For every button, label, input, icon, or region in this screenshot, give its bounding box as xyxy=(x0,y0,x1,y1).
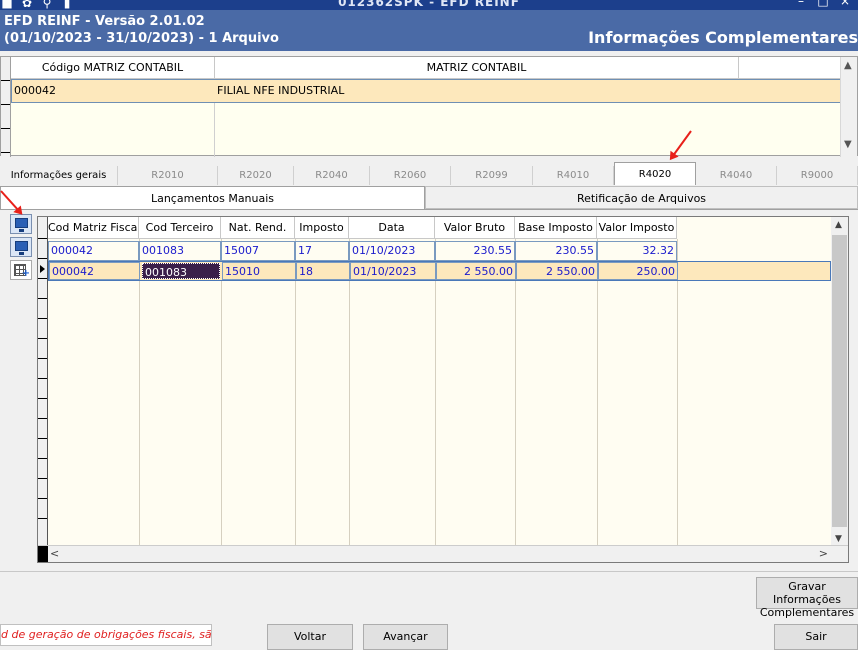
subtabs: Lançamentos Manuais Retificação de Arqui… xyxy=(0,186,858,210)
maximize-icon[interactable]: □ xyxy=(816,0,830,8)
tab-r2020[interactable]: R2020 xyxy=(218,166,294,185)
column-divider xyxy=(435,239,436,547)
horizontal-scrollbar[interactable]: < > xyxy=(38,545,848,562)
grid-cell[interactable]: 01/10/2023 xyxy=(350,262,436,280)
grid-cell[interactable]: 000042 xyxy=(12,80,215,102)
scroll-up-icon[interactable]: ▲ xyxy=(835,220,842,230)
tab-lancamentos-manuais[interactable]: Lançamentos Manuais xyxy=(0,186,425,209)
lancamentos-grid: Cod Matriz Fiscal Cod Terceiro Nat. Rend… xyxy=(37,216,849,563)
column-header[interactable]: Valor Bruto xyxy=(435,217,515,239)
column-header[interactable]: Nat. Rend. xyxy=(221,217,295,239)
column-divider xyxy=(597,239,598,547)
column-header[interactable]: Código MATRIZ CONTABIL xyxy=(11,57,215,78)
title-bar: ■ ✿ ⚲ ▮ 012362SPK - EFD REINF – □ × xyxy=(0,0,858,10)
tab-r4040[interactable]: R4040 xyxy=(696,166,777,185)
grid-header: Cod Matriz Fiscal Cod Terceiro Nat. Rend… xyxy=(48,217,677,239)
row-indicator-column xyxy=(38,217,48,547)
voltar-button[interactable]: Voltar xyxy=(267,624,353,650)
grid-cell[interactable]: 2 550.00 xyxy=(436,262,516,280)
tab-informacoes-gerais[interactable]: Informações gerais xyxy=(0,166,118,185)
column-divider xyxy=(515,239,516,547)
close-icon[interactable]: × xyxy=(838,0,852,8)
column-header[interactable]: Cod Terceiro xyxy=(139,217,221,239)
scroll-left-icon[interactable]: < xyxy=(50,547,59,560)
divider xyxy=(0,571,858,572)
column-divider xyxy=(221,239,222,547)
avancar-button[interactable]: Avançar xyxy=(363,624,448,650)
tab-retificacao-arquivos[interactable]: Retificação de Arquivos xyxy=(425,186,858,209)
scroll-right-icon[interactable]: > xyxy=(819,547,828,560)
grid-cell[interactable]: 32.32 xyxy=(597,241,677,261)
column-header[interactable]: Valor Imposto xyxy=(597,217,677,239)
column-divider xyxy=(349,239,350,547)
table-row-selected[interactable]: 000042 001083 15010 18 01/10/2023 2 550.… xyxy=(48,261,831,281)
column-divider xyxy=(295,239,296,547)
tab-r2060[interactable]: R2060 xyxy=(370,166,451,185)
column-header-empty xyxy=(739,57,841,78)
scroll-up-icon[interactable]: ▲ xyxy=(844,60,852,71)
tab-r4010[interactable]: R4010 xyxy=(533,166,614,185)
column-header[interactable]: Data xyxy=(349,217,435,239)
grid-cell[interactable]: 2 550.00 xyxy=(516,262,598,280)
column-divider xyxy=(214,103,215,157)
page-header: EFD REINF - Versão 2.01.02 (01/10/2023 -… xyxy=(0,10,858,51)
monitor-icon[interactable] xyxy=(10,237,32,257)
window-controls: – □ × xyxy=(794,0,852,8)
tab-r2099[interactable]: R2099 xyxy=(451,166,533,185)
grid-cell[interactable]: 17 xyxy=(295,241,349,261)
tab-r9000[interactable]: R9000 xyxy=(777,166,858,185)
section-title: Informações Complementares xyxy=(588,28,858,47)
table-row[interactable]: 000042 001083 15007 17 01/10/2023 230.55… xyxy=(48,241,677,261)
column-divider xyxy=(139,239,140,547)
column-divider xyxy=(677,239,678,547)
add-table-icon[interactable]: + xyxy=(10,260,32,280)
tab-r2010[interactable]: R2010 xyxy=(118,166,218,185)
column-header[interactable]: Base Imposto xyxy=(515,217,597,239)
grid-cell[interactable]: 250.00 xyxy=(598,262,678,280)
grid-cell[interactable]: FILIAL NFE INDUSTRIAL xyxy=(215,80,835,102)
grid-cell[interactable]: 230.55 xyxy=(435,241,515,261)
gravar-informacoes-button[interactable]: Gravar Informações Complementares xyxy=(756,577,858,619)
grid-cell[interactable]: 01/10/2023 xyxy=(349,241,435,261)
scroll-down-icon[interactable]: ▼ xyxy=(844,139,852,150)
grid-cell[interactable]: 230.55 xyxy=(515,241,597,261)
period-info: (01/10/2023 - 31/10/2023) - 1 Arquivo xyxy=(4,31,279,46)
grid-header: Código MATRIZ CONTABIL MATRIZ CONTABIL xyxy=(11,57,841,79)
grid-cell[interactable]: 18 xyxy=(296,262,350,280)
window-title: 012362SPK - EFD REINF xyxy=(338,0,520,9)
grid-cell[interactable]: 15010 xyxy=(222,262,296,280)
record-tabs: Informações gerais R2010 R2020 R2040 R20… xyxy=(0,162,858,185)
matriz-contabil-grid: Código MATRIZ CONTABIL MATRIZ CONTABIL 0… xyxy=(0,56,858,157)
grid-cell[interactable]: 000042 xyxy=(48,241,139,261)
scroll-down-icon[interactable]: ▼ xyxy=(835,534,842,544)
column-header[interactable]: Imposto xyxy=(295,217,349,239)
grid-cell[interactable]: 15007 xyxy=(221,241,295,261)
column-header[interactable]: MATRIZ CONTABIL xyxy=(215,57,739,78)
tab-r2040[interactable]: R2040 xyxy=(294,166,370,185)
monitor-icon[interactable] xyxy=(10,214,32,234)
tab-r4020[interactable]: R4020 xyxy=(614,162,696,185)
current-row-indicator-icon xyxy=(38,259,47,279)
minimize-icon[interactable]: – xyxy=(794,0,808,8)
table-row[interactable]: 000042 FILIAL NFE INDUSTRIAL xyxy=(11,79,841,103)
vertical-scrollbar[interactable]: ▲ ▼ xyxy=(831,217,848,547)
status-message: d de geração de obrigações fiscais, são … xyxy=(0,624,212,646)
grid-toolbar: + xyxy=(10,214,34,283)
sair-button[interactable]: Sair xyxy=(774,624,858,650)
app-version: EFD REINF - Versão 2.01.02 xyxy=(4,14,205,29)
scrollbar-thumb[interactable] xyxy=(832,235,847,527)
row-indicator-column xyxy=(1,57,11,157)
grid-cell-focused[interactable]: 001083 xyxy=(142,263,220,279)
vertical-scrollbar[interactable]: ▲ ▼ xyxy=(840,57,857,157)
column-header[interactable]: Cod Matriz Fiscal xyxy=(48,217,139,239)
grid-cell[interactable]: 000042 xyxy=(49,262,140,280)
grid-cell[interactable]: 001083 xyxy=(139,241,221,261)
